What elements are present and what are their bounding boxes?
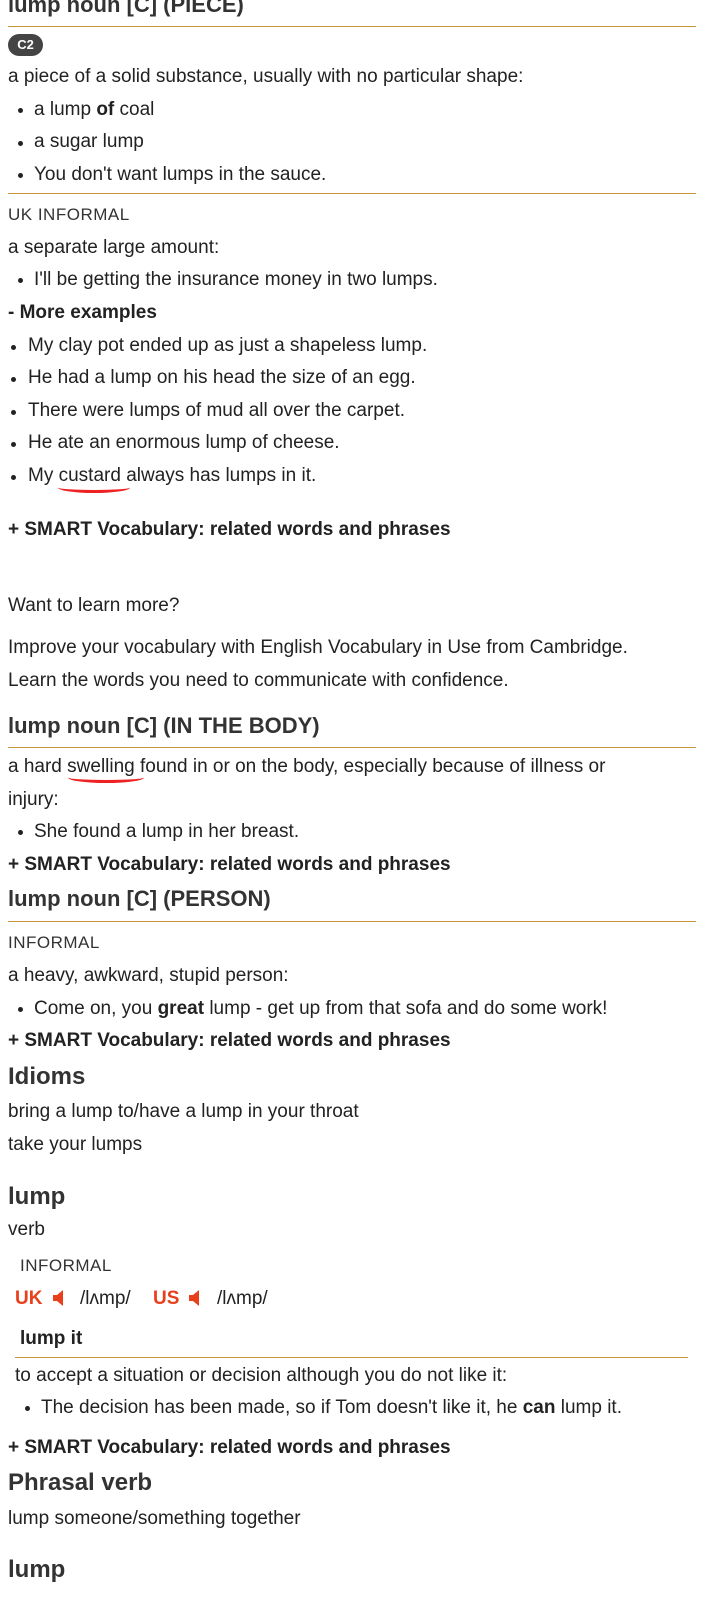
sense-heading-body: lump noun [C] (IN THE BODY) <box>8 713 320 738</box>
bullet-dot <box>11 410 16 415</box>
phrasal-verb-heading: Phrasal verb <box>8 1469 153 1496</box>
divider <box>8 26 696 27</box>
speaker-icon[interactable] <box>53 1290 67 1306</box>
level-badge[interactable]: C2 <box>8 34 43 56</box>
bullet-dot <box>18 108 23 113</box>
phrase-heading: lump it <box>20 1328 83 1349</box>
us-pronunciation: /lʌmp/ <box>217 1288 268 1309</box>
smart-vocabulary-link[interactable]: + SMART Vocabulary: related words and ph… <box>8 1437 451 1459</box>
divider <box>8 747 696 748</box>
definition: a piece of a solid substance, usually wi… <box>8 66 524 87</box>
headword: lump <box>8 1183 66 1210</box>
divider <box>15 1357 688 1358</box>
definition: a separate large amount: <box>8 237 220 258</box>
spellcheck-underline <box>68 772 144 783</box>
spellcheck-underline <box>58 482 130 493</box>
bullet-dot <box>11 442 16 447</box>
smart-vocabulary-link[interactable]: + SMART Vocabulary: related words and ph… <box>8 854 451 876</box>
bullet-dot <box>18 278 23 283</box>
divider <box>8 921 696 922</box>
bullet-dot <box>18 830 23 835</box>
definition: a heavy, awkward, stupid person: <box>8 965 289 986</box>
bullet-dot <box>25 1406 30 1411</box>
sense-heading-person: lump noun [C] (PERSON) <box>8 886 271 911</box>
more-example: There were lumps of mud all over the car… <box>28 400 406 421</box>
example: Come on, you great lump - get up from th… <box>34 998 608 1019</box>
bullet-dot <box>11 345 16 350</box>
speaker-icon[interactable] <box>189 1290 203 1306</box>
part-of-speech: verb <box>8 1219 45 1240</box>
idiom-link[interactable]: bring a lump to/have a lump in your thro… <box>8 1101 359 1123</box>
divider <box>8 193 696 194</box>
more-example: My clay pot ended up as just a shapeless… <box>28 335 428 356</box>
example: a sugar lump <box>34 131 144 152</box>
example: You don't want lumps in the sauce. <box>34 164 327 185</box>
uk-label: UK <box>15 1288 43 1309</box>
us-label: US <box>153 1288 180 1309</box>
bullet-dot <box>18 1007 23 1012</box>
bullet-dot <box>11 377 16 382</box>
more-example: He had a lump on his head the size of an… <box>28 367 416 388</box>
bullet-dot <box>11 475 16 480</box>
more-examples-toggle[interactable]: - More examples <box>8 302 157 324</box>
more-example: He ate an enormous lump of cheese. <box>28 432 340 453</box>
example: The decision has been made, so if Tom do… <box>41 1397 622 1418</box>
definition: to accept a situation or decision althou… <box>15 1365 508 1386</box>
example: a lump of coal <box>34 99 155 120</box>
idiom-link[interactable]: take your lumps <box>8 1134 142 1156</box>
bullet-dot <box>18 173 23 178</box>
promo-line: Learn the words you need to communicate … <box>8 670 509 691</box>
smart-vocabulary-link[interactable]: + SMART Vocabulary: related words and ph… <box>8 519 451 541</box>
definition: injury: <box>8 789 59 810</box>
uk-pronunciation: /lʌmp/ <box>80 1288 131 1309</box>
example: I'll be getting the insurance money in t… <box>34 269 438 290</box>
sense-heading-piece: lump noun [C] (PIECE) <box>8 0 244 17</box>
example: She found a lump in her breast. <box>34 821 300 842</box>
idioms-heading: Idioms <box>8 1063 86 1090</box>
smart-vocabulary-link[interactable]: + SMART Vocabulary: related words and ph… <box>8 1030 451 1052</box>
register-label: UK INFORMAL <box>8 205 130 224</box>
register-label: INFORMAL <box>8 933 100 952</box>
headword: lump <box>8 1556 66 1583</box>
promo-line: Improve your vocabulary with English Voc… <box>8 637 628 658</box>
promo-title: Want to learn more? <box>8 595 180 616</box>
bullet-dot <box>18 141 23 146</box>
register-label: INFORMAL <box>20 1256 112 1275</box>
phrasal-verb-link[interactable]: lump someone/something together <box>8 1508 301 1530</box>
